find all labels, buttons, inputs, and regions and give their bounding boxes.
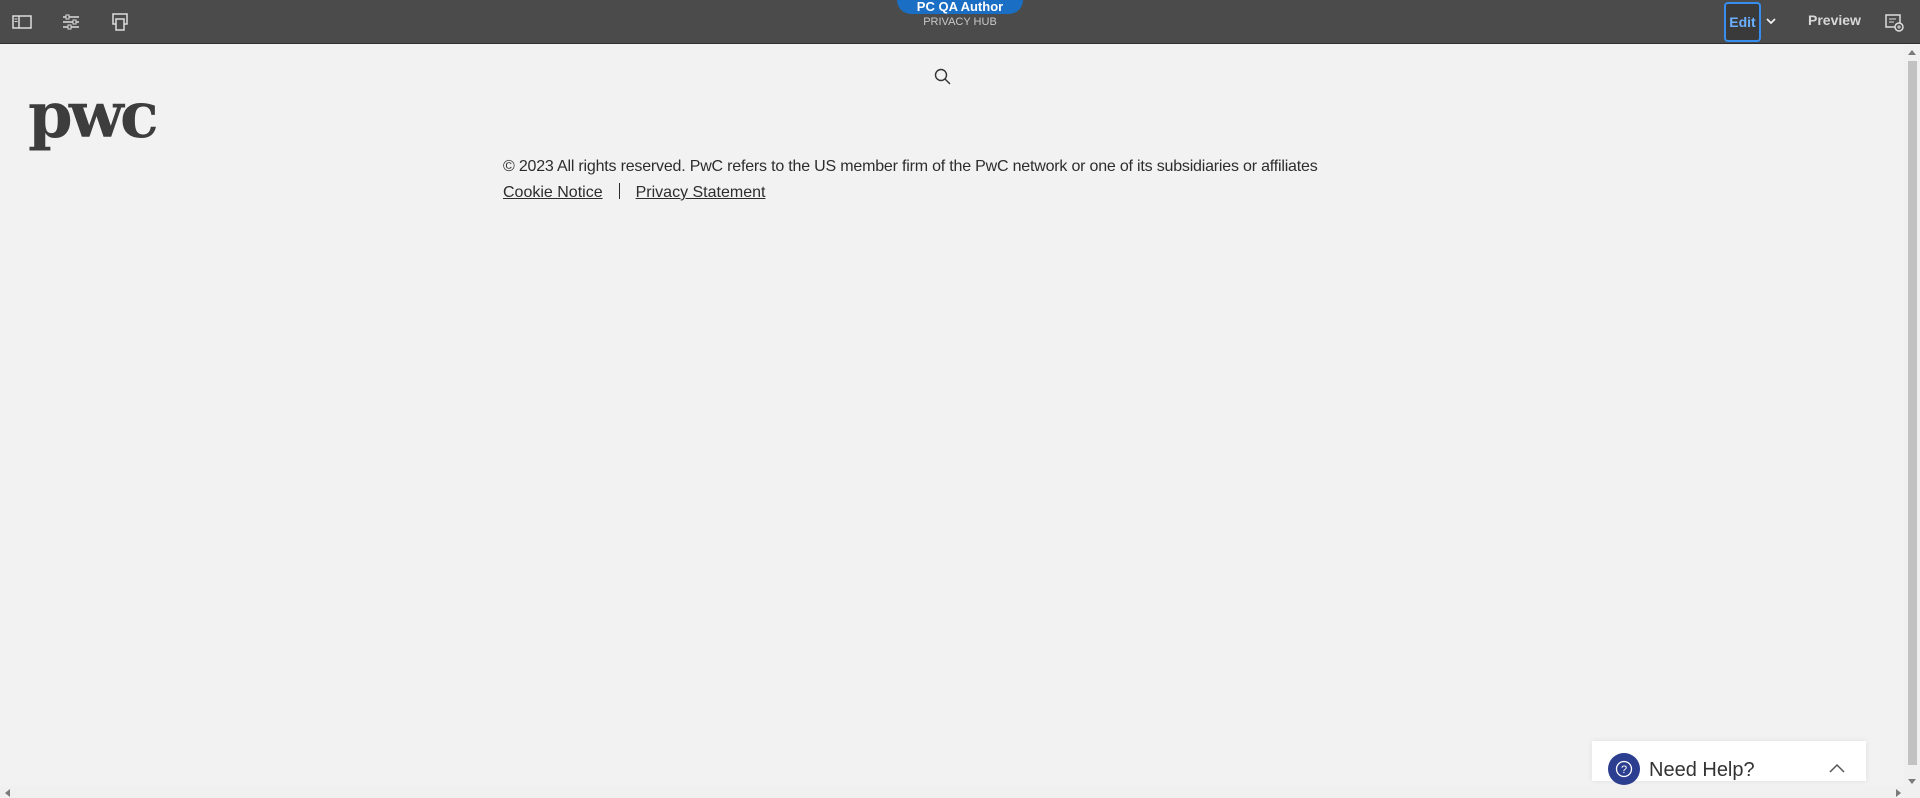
search-icon[interactable]	[934, 68, 952, 86]
need-help-label: Need Help?	[1649, 759, 1755, 781]
scrollbar-thumb[interactable]	[1908, 61, 1917, 765]
author-instance-badge: PC QA Author	[897, 0, 1023, 14]
page-title: PRIVACY HUB	[923, 16, 997, 28]
svg-text:?: ?	[1621, 764, 1627, 776]
scroll-right-icon[interactable]	[1896, 789, 1901, 797]
page-properties-icon[interactable]	[59, 10, 83, 34]
page-canvas: pwc © 2023 All rights reserved. PwC refe…	[0, 45, 1904, 786]
side-panel-icon[interactable]	[10, 10, 34, 34]
need-help-widget[interactable]: ? Need Help?	[1592, 741, 1866, 785]
scrollbar-corner	[1904, 786, 1920, 798]
emulator-icon[interactable]	[108, 10, 132, 34]
edit-mode-button[interactable]: Edit	[1724, 2, 1761, 42]
scroll-up-icon[interactable]	[1908, 50, 1916, 55]
copyright-text: © 2023 All rights reserved. PwC refers t…	[503, 158, 1318, 175]
editor-toolbar: PC QA Author PRIVACY HUB Edit Preview	[0, 0, 1920, 44]
vertical-scrollbar[interactable]	[1904, 45, 1920, 786]
scroll-down-icon[interactable]	[1908, 779, 1916, 784]
footer-links: Cookie Notice Privacy Statement	[503, 183, 765, 202]
scroll-left-icon[interactable]	[5, 789, 10, 797]
cookie-notice-link[interactable]: Cookie Notice	[503, 184, 603, 201]
privacy-statement-link[interactable]: Privacy Statement	[636, 184, 766, 201]
svg-text:pwc: pwc	[28, 85, 157, 151]
pwc-logo[interactable]: pwc	[28, 78, 168, 153]
horizontal-scrollbar[interactable]	[0, 786, 1904, 798]
chevron-up-icon[interactable]	[1828, 761, 1846, 779]
preview-button[interactable]: Preview	[1808, 12, 1861, 28]
annotations-icon[interactable]	[1884, 12, 1906, 34]
chevron-down-icon[interactable]	[1764, 14, 1778, 28]
link-divider	[618, 183, 620, 199]
help-icon: ?	[1608, 753, 1640, 785]
